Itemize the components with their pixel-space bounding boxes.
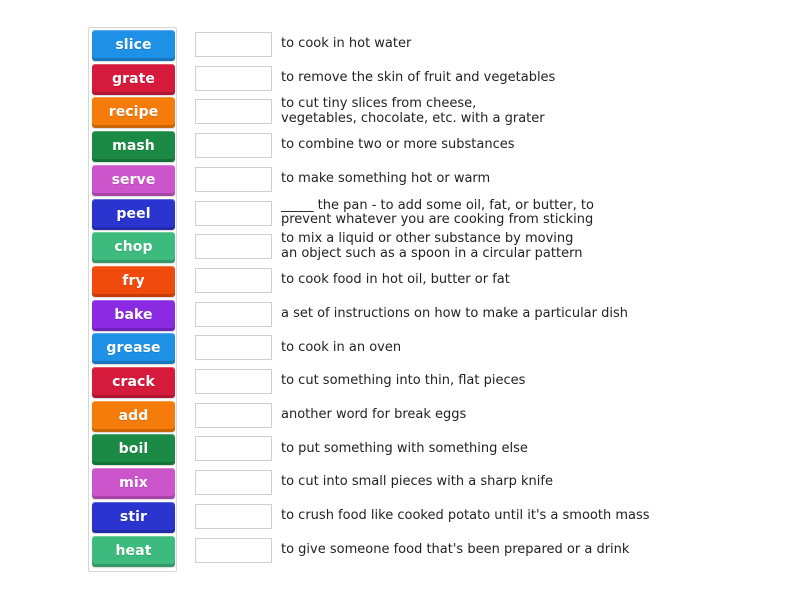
answer-drop-zone[interactable]: [195, 65, 272, 91]
answer-drop-zone[interactable]: [195, 133, 272, 159]
definition-text: to combine two or more substances: [281, 137, 515, 153]
answer-drop-zone[interactable]: [195, 200, 272, 226]
answer-drop-zone[interactable]: [195, 436, 272, 462]
definition-text: to make something hot or warm: [281, 171, 491, 187]
answer-drop-zone[interactable]: [195, 267, 272, 293]
answer-drop-zone[interactable]: [195, 99, 272, 125]
word-tile-peel[interactable]: peel: [92, 198, 175, 230]
definition-text: _____ the pan - to add some oil, fat, or…: [281, 197, 594, 227]
definition-text: to cook food in hot oil, butter or fat: [281, 272, 510, 288]
word-tile-mix[interactable]: mix: [92, 468, 175, 500]
definition-text: another word for break eggs: [281, 406, 467, 422]
word-tile-grate[interactable]: grate: [92, 63, 175, 95]
word-tile-mash[interactable]: mash: [92, 131, 175, 163]
word-tile-recipe[interactable]: recipe: [92, 97, 175, 129]
word-tile-boil[interactable]: boil: [92, 434, 175, 466]
definition-text: to cut into small pieces with a sharp kn…: [281, 474, 553, 490]
definition-text: to crush food like cooked potato until i…: [281, 508, 650, 524]
definition-text: to give someone food that's been prepare…: [281, 541, 630, 557]
match-up-activity: slice grate recipe mash serve peel chop fry bake…: [0, 0, 800, 600]
definition-text: to put something with something else: [281, 440, 528, 456]
answer-drop-zone[interactable]: [195, 234, 272, 260]
answer-drop-zone[interactable]: [195, 335, 272, 361]
definition-text: to cook in an oven: [281, 339, 402, 355]
definition-text: to cook in hot water: [281, 36, 412, 52]
answer-drop-zone[interactable]: [195, 402, 272, 428]
answer-drop-zone[interactable]: [195, 537, 272, 563]
word-tile-crack[interactable]: crack: [92, 367, 175, 398]
word-tile-heat[interactable]: heat: [92, 535, 175, 567]
word-tile-bake[interactable]: bake: [92, 299, 175, 331]
definition-text: to remove the skin of fruit and vegetabl…: [281, 69, 556, 85]
word-tile-chop[interactable]: chop: [92, 232, 175, 264]
definition-text: to cut tiny slices from cheese, vegetabl…: [281, 96, 545, 126]
word-tile-panel: slice grate recipe mash serve peel chop fry bake…: [88, 27, 177, 572]
word-tile-add[interactable]: add: [92, 400, 175, 432]
answer-drop-zone[interactable]: [195, 470, 272, 496]
definition-text: to mix a liquid or other substance by mo…: [281, 231, 583, 261]
definition-text: a set of instructions on how to make a p…: [281, 305, 629, 321]
answer-drop-zone[interactable]: [195, 369, 272, 394]
word-tile-slice[interactable]: slice: [92, 30, 175, 61]
answer-drop-zone[interactable]: [195, 32, 272, 57]
definition-text: to cut something into thin, flat pieces: [281, 373, 526, 389]
word-tile-stir[interactable]: stir: [92, 501, 175, 533]
word-tile-serve[interactable]: serve: [92, 164, 175, 196]
word-tile-fry[interactable]: fry: [92, 265, 175, 297]
word-tile-grease[interactable]: grease: [92, 333, 175, 365]
answer-drop-zone[interactable]: [195, 503, 272, 529]
answer-drop-zone[interactable]: [195, 166, 272, 192]
answer-drop-zone[interactable]: [195, 301, 272, 327]
